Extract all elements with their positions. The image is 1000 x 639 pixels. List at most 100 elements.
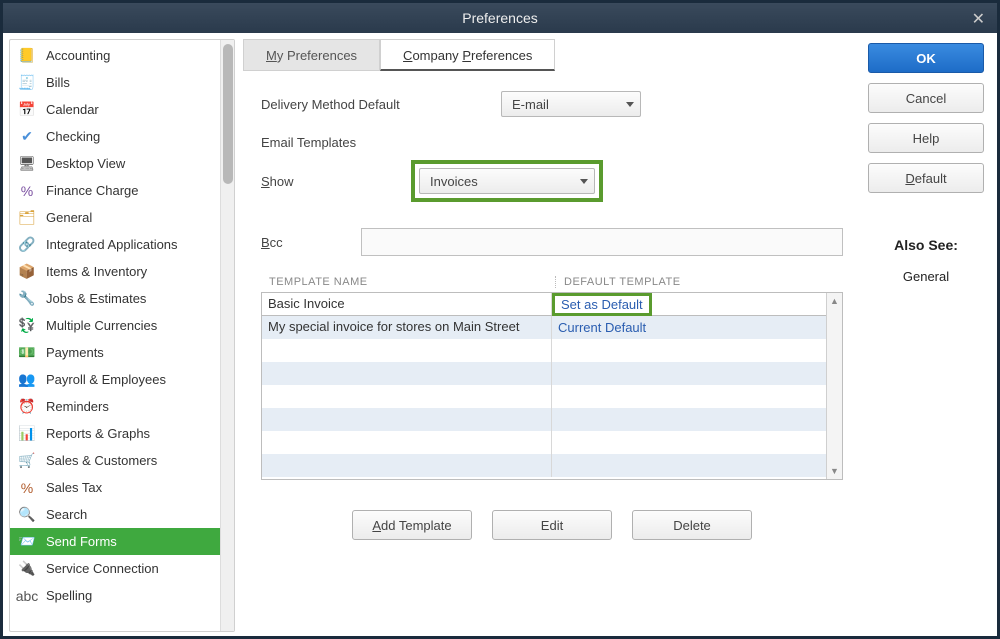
ok-button[interactable]: OK [868,43,984,73]
sidebar-item-label: Service Connection [46,561,159,576]
sidebar-item-label: Send Forms [46,534,117,549]
table-row [262,454,826,477]
sidebar-item-label: Finance Charge [46,183,139,198]
sidebar-item-jobs-estimates[interactable]: 🔧Jobs & Estimates [10,285,220,312]
sidebar-item-label: Multiple Currencies [46,318,157,333]
sidebar-item-label: Sales & Customers [46,453,157,468]
sidebar-item-label: Bills [46,75,70,90]
sidebar-item-label: Accounting [46,48,110,63]
sidebar-item-label: Checking [46,129,100,144]
sidebar-item-label: Sales Tax [46,480,102,495]
sidebar-item-accounting[interactable]: 📒 Accounting [10,42,220,69]
sidebar-item-bills[interactable]: 🧾 Bills [10,69,220,96]
titlebar: Preferences ✕ [3,3,997,33]
cell-template-name [262,431,552,454]
chevron-down-icon [580,179,588,184]
cell-default-template[interactable]: Current Default [552,316,826,339]
body-area: 📒 Accounting 🧾 Bills 📅 Calendar ✔ Checking 🖥Desk… [3,33,997,636]
sidebar-item-calendar[interactable]: 📅 Calendar [10,96,220,123]
table-scrollbar[interactable]: ▲ ▼ [826,293,842,479]
tab-my-preferences[interactable]: My Preferences [243,39,380,71]
sidebar-item-send-forms[interactable]: 📨Send Forms [10,528,220,555]
sidebar-icon: 📊 [16,424,38,444]
sidebar-item-checking[interactable]: ✔ Checking [10,123,220,150]
sidebar-scrollbar[interactable] [220,40,234,631]
sidebar-item-desktop-view[interactable]: 🖥Desktop View [10,150,220,177]
also-see-title: Also See: [894,237,958,253]
sidebar-item-label: Integrated Applications [46,237,178,252]
cell-default-template [552,408,826,431]
sidebar-item-sales-tax[interactable]: %Sales Tax [10,474,220,501]
dropdown-value: Invoices [430,174,478,189]
cell-default-template[interactable]: Set as Default [552,293,826,315]
show-dropdown[interactable]: Invoices [419,168,595,194]
delete-button[interactable]: Delete [632,510,752,540]
sidebar-icon: ✔ [16,127,38,147]
sidebar-icon: 📒 [16,46,38,66]
sidebar-item-items-inventory[interactable]: 📦Items & Inventory [10,258,220,285]
table-row[interactable]: Basic InvoiceSet as Default [262,293,826,316]
cell-template-name [262,362,552,385]
col-default-template: DEFAULT TEMPLATE [555,276,839,288]
sidebar-item-service-connection[interactable]: 🔌Service Connection [10,555,220,582]
scroll-down-icon[interactable]: ▼ [827,463,842,479]
sidebar-icon: 🛒 [16,451,38,471]
delivery-method-label: Delivery Method Default [261,97,421,112]
table-row[interactable]: My special invoice for stores on Main St… [262,316,826,339]
sidebar-icon: 📅 [16,100,38,120]
sidebar: 📒 Accounting 🧾 Bills 📅 Calendar ✔ Checking 🖥Desk… [9,39,235,632]
table-row [262,362,826,385]
also-see-link[interactable]: General [894,269,958,284]
sidebar-item-payroll-employees[interactable]: 👥Payroll & Employees [10,366,220,393]
sidebar-item-label: Calendar [46,102,99,117]
add-template-button[interactable]: Add Template [352,510,472,540]
sidebar-item-general[interactable]: 🗂General [10,204,220,231]
preferences-window: Preferences ✕ 📒 Accounting 🧾 Bills 📅 Calendar… [0,0,1000,639]
tabs: My Preferences Company Preferences [243,39,853,71]
sidebar-item-label: Jobs & Estimates [46,291,146,306]
sidebar-item-label: Items & Inventory [46,264,147,279]
scrollbar-thumb[interactable] [223,44,233,184]
sidebar-item-label: Desktop View [46,156,125,171]
sidebar-item-multiple-currencies[interactable]: 💱Multiple Currencies [10,312,220,339]
close-icon[interactable]: ✕ [972,9,985,29]
table-row [262,408,826,431]
table-row [262,339,826,362]
sidebar-item-spelling[interactable]: abcSpelling [10,582,220,609]
sidebar-icon: ⏰ [16,397,38,417]
edit-button[interactable]: Edit [492,510,612,540]
help-button[interactable]: Help [868,123,984,153]
table-row [262,385,826,408]
right-button-column: OK Cancel Help Default Also See: General [861,39,991,632]
cell-template-name [262,339,552,362]
sidebar-item-search[interactable]: 🔍Search [10,501,220,528]
delivery-method-dropdown[interactable]: E-mail [501,91,641,117]
tab-company-preferences[interactable]: Company Preferences [380,39,555,71]
window-title: Preferences [462,10,537,26]
cell-default-template [552,339,826,362]
sidebar-item-label: Payments [46,345,104,360]
sidebar-item-sales-customers[interactable]: 🛒 Sales & Customers [10,447,220,474]
tab-label: y Preferences [277,48,357,63]
scroll-up-icon[interactable]: ▲ [827,293,842,309]
sidebar-icon: 🧾 [16,73,38,93]
sidebar-item-payments[interactable]: 💵Payments [10,339,220,366]
bcc-label: Bcc [261,235,361,250]
sidebar-item-integrated-applications[interactable]: 🔗Integrated Applications [10,231,220,258]
sidebar-item-finance-charge[interactable]: %Finance Charge [10,177,220,204]
sidebar-item-reminders[interactable]: ⏰Reminders [10,393,220,420]
main-panel: My Preferences Company Preferences Deliv… [235,39,861,632]
sidebar-item-label: Reports & Graphs [46,426,150,441]
cell-template-name: My special invoice for stores on Main St… [262,316,552,339]
default-button[interactable]: Default [868,163,984,193]
cell-template-name [262,454,552,477]
sidebar-icon: 🔍 [16,505,38,525]
also-see: Also See: General [894,237,958,284]
sidebar-item-reports-graphs[interactable]: 📊 Reports & Graphs [10,420,220,447]
template-table: Basic InvoiceSet as DefaultMy special in… [261,292,843,480]
chevron-down-icon [626,102,634,107]
show-label: Show [261,174,411,189]
bcc-input[interactable] [361,228,843,256]
cancel-button[interactable]: Cancel [868,83,984,113]
sidebar-item-label: General [46,210,92,225]
